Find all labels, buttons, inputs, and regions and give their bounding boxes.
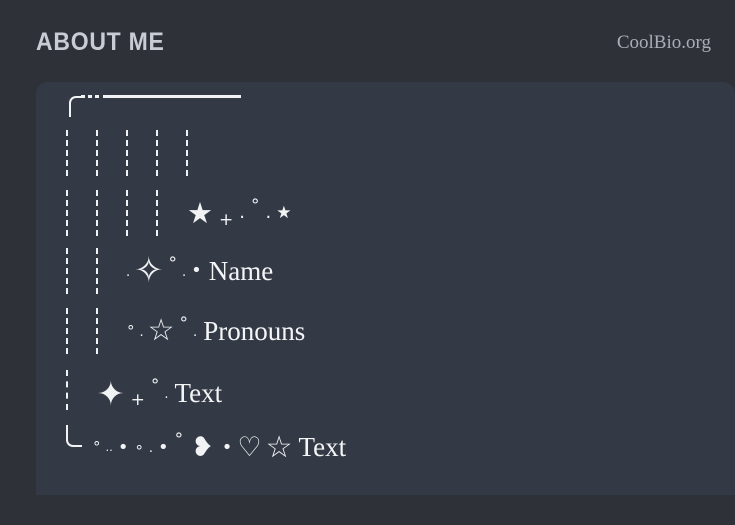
bio-field-text-1[interactable]: Text [175, 378, 223, 409]
corner-top-left-icon [64, 89, 82, 117]
middot-icon: · [265, 207, 272, 228]
bio-field-text-2[interactable]: Text [299, 432, 347, 463]
degree-icon: ° [179, 313, 189, 334]
dashed-bar-icon [64, 190, 94, 236]
art-row-text-2: ° ‥ • ∘ · • ° ❥ • ♡ ☆ Text [64, 424, 347, 465]
dashed-bar-group [64, 190, 184, 236]
degree-icon: ° [174, 430, 184, 450]
dashed-bar-icon [94, 248, 124, 294]
dashed-bar-group [64, 248, 124, 294]
star-filled-icon: ★ [276, 202, 292, 223]
decor-glyph-group: ✦ + ° · [94, 377, 171, 410]
dashed-bar-icon [64, 370, 94, 416]
bullet-icon: • [191, 260, 202, 281]
bio-field-pronouns[interactable]: Pronouns [203, 316, 305, 347]
dot-small-icon: ‥ [105, 441, 113, 454]
art-row-stars: ★ + · ° · ★ [64, 190, 293, 236]
heart-outline-icon: ♡ [237, 432, 262, 463]
dashed-bar-icon [64, 308, 94, 354]
page-header: ABOUT ME CoolBio.org [0, 0, 735, 82]
heart-arrow-icon: ❥ [191, 432, 214, 463]
dashed-bar-icon [64, 130, 94, 176]
dashed-bar-icon [124, 130, 154, 176]
sparkle-outline-icon: ✧ [134, 250, 164, 291]
period-icon: · [148, 445, 153, 460]
dashed-bar-group [64, 370, 94, 416]
dashed-bar-icon [94, 308, 124, 354]
degree-icon: ° [168, 253, 177, 274]
dashed-bar-group [64, 130, 214, 176]
period-icon: · [164, 390, 169, 406]
decor-glyph-group: ★ + · ° · ★ [184, 195, 293, 230]
period-icon: · [193, 328, 198, 344]
decor-glyph-group: ° ‥ • ∘ · • ° ❥ • ♡ ☆ [90, 429, 295, 465]
art-row-name: · ✧ ° · • Name [64, 248, 273, 294]
period-icon: · [181, 268, 187, 284]
corner-bottom-left-icon [64, 424, 90, 463]
dashed-bar-icon [64, 248, 94, 294]
art-row-top-border [64, 88, 241, 117]
star-filled-icon: ★ [187, 195, 213, 230]
bullet-icon: • [117, 436, 129, 458]
dashed-bar-icon [124, 190, 154, 236]
sparkle-filled-icon: ✦ [97, 373, 125, 413]
period-icon: · [126, 268, 131, 284]
bio-field-name[interactable]: Name [209, 256, 273, 287]
decor-glyph-group: ° · ☆ ° · [124, 313, 199, 348]
star-outline-icon: ☆ [265, 429, 293, 465]
dashed-bar-icon [154, 190, 184, 236]
ascii-art-block[interactable]: ★ + · ° · ★ · ✧ ° · • Name ° · ☆ ° · Pro… [36, 82, 735, 495]
ring-icon: ∘ [134, 438, 144, 456]
art-row-pronouns: ° · ☆ ° · Pronouns [64, 308, 305, 354]
star-outline-icon: ☆ [147, 313, 175, 348]
page-title: ABOUT ME [36, 28, 165, 56]
art-row-text-1: ✦ + ° · Text [64, 370, 222, 416]
degree-icon: ° [150, 375, 160, 396]
about-me-page: ABOUT ME CoolBio.org ★ + · ° · ★ · ✧ ° ·… [0, 0, 735, 525]
dashed-bar-icon [184, 130, 214, 176]
degree-icon: ° [250, 195, 260, 216]
dashed-bar-icon [154, 130, 184, 176]
border-rule-icon [103, 95, 241, 98]
bullet-icon: • [158, 436, 169, 458]
border-dot-icon [95, 95, 99, 98]
dashed-bar-group [64, 308, 124, 354]
ring-icon: ° [93, 438, 101, 456]
degree-icon: ° [127, 321, 135, 340]
dashed-bar-icon [94, 130, 124, 176]
dashed-bar-icon [94, 190, 124, 236]
site-brand[interactable]: CoolBio.org [617, 32, 711, 54]
period-icon: · [139, 328, 144, 344]
middot-icon: · [239, 207, 245, 228]
border-dot-icon [88, 95, 92, 98]
plus-icon: + [130, 389, 145, 410]
art-row-bars [64, 130, 214, 176]
bio-panel: ★ + · ° · ★ · ✧ ° · • Name ° · ☆ ° · Pro… [36, 82, 735, 495]
decor-glyph-group: · ✧ ° · • [124, 250, 205, 291]
plus-icon: + [219, 209, 234, 230]
bullet-icon: • [221, 436, 233, 458]
